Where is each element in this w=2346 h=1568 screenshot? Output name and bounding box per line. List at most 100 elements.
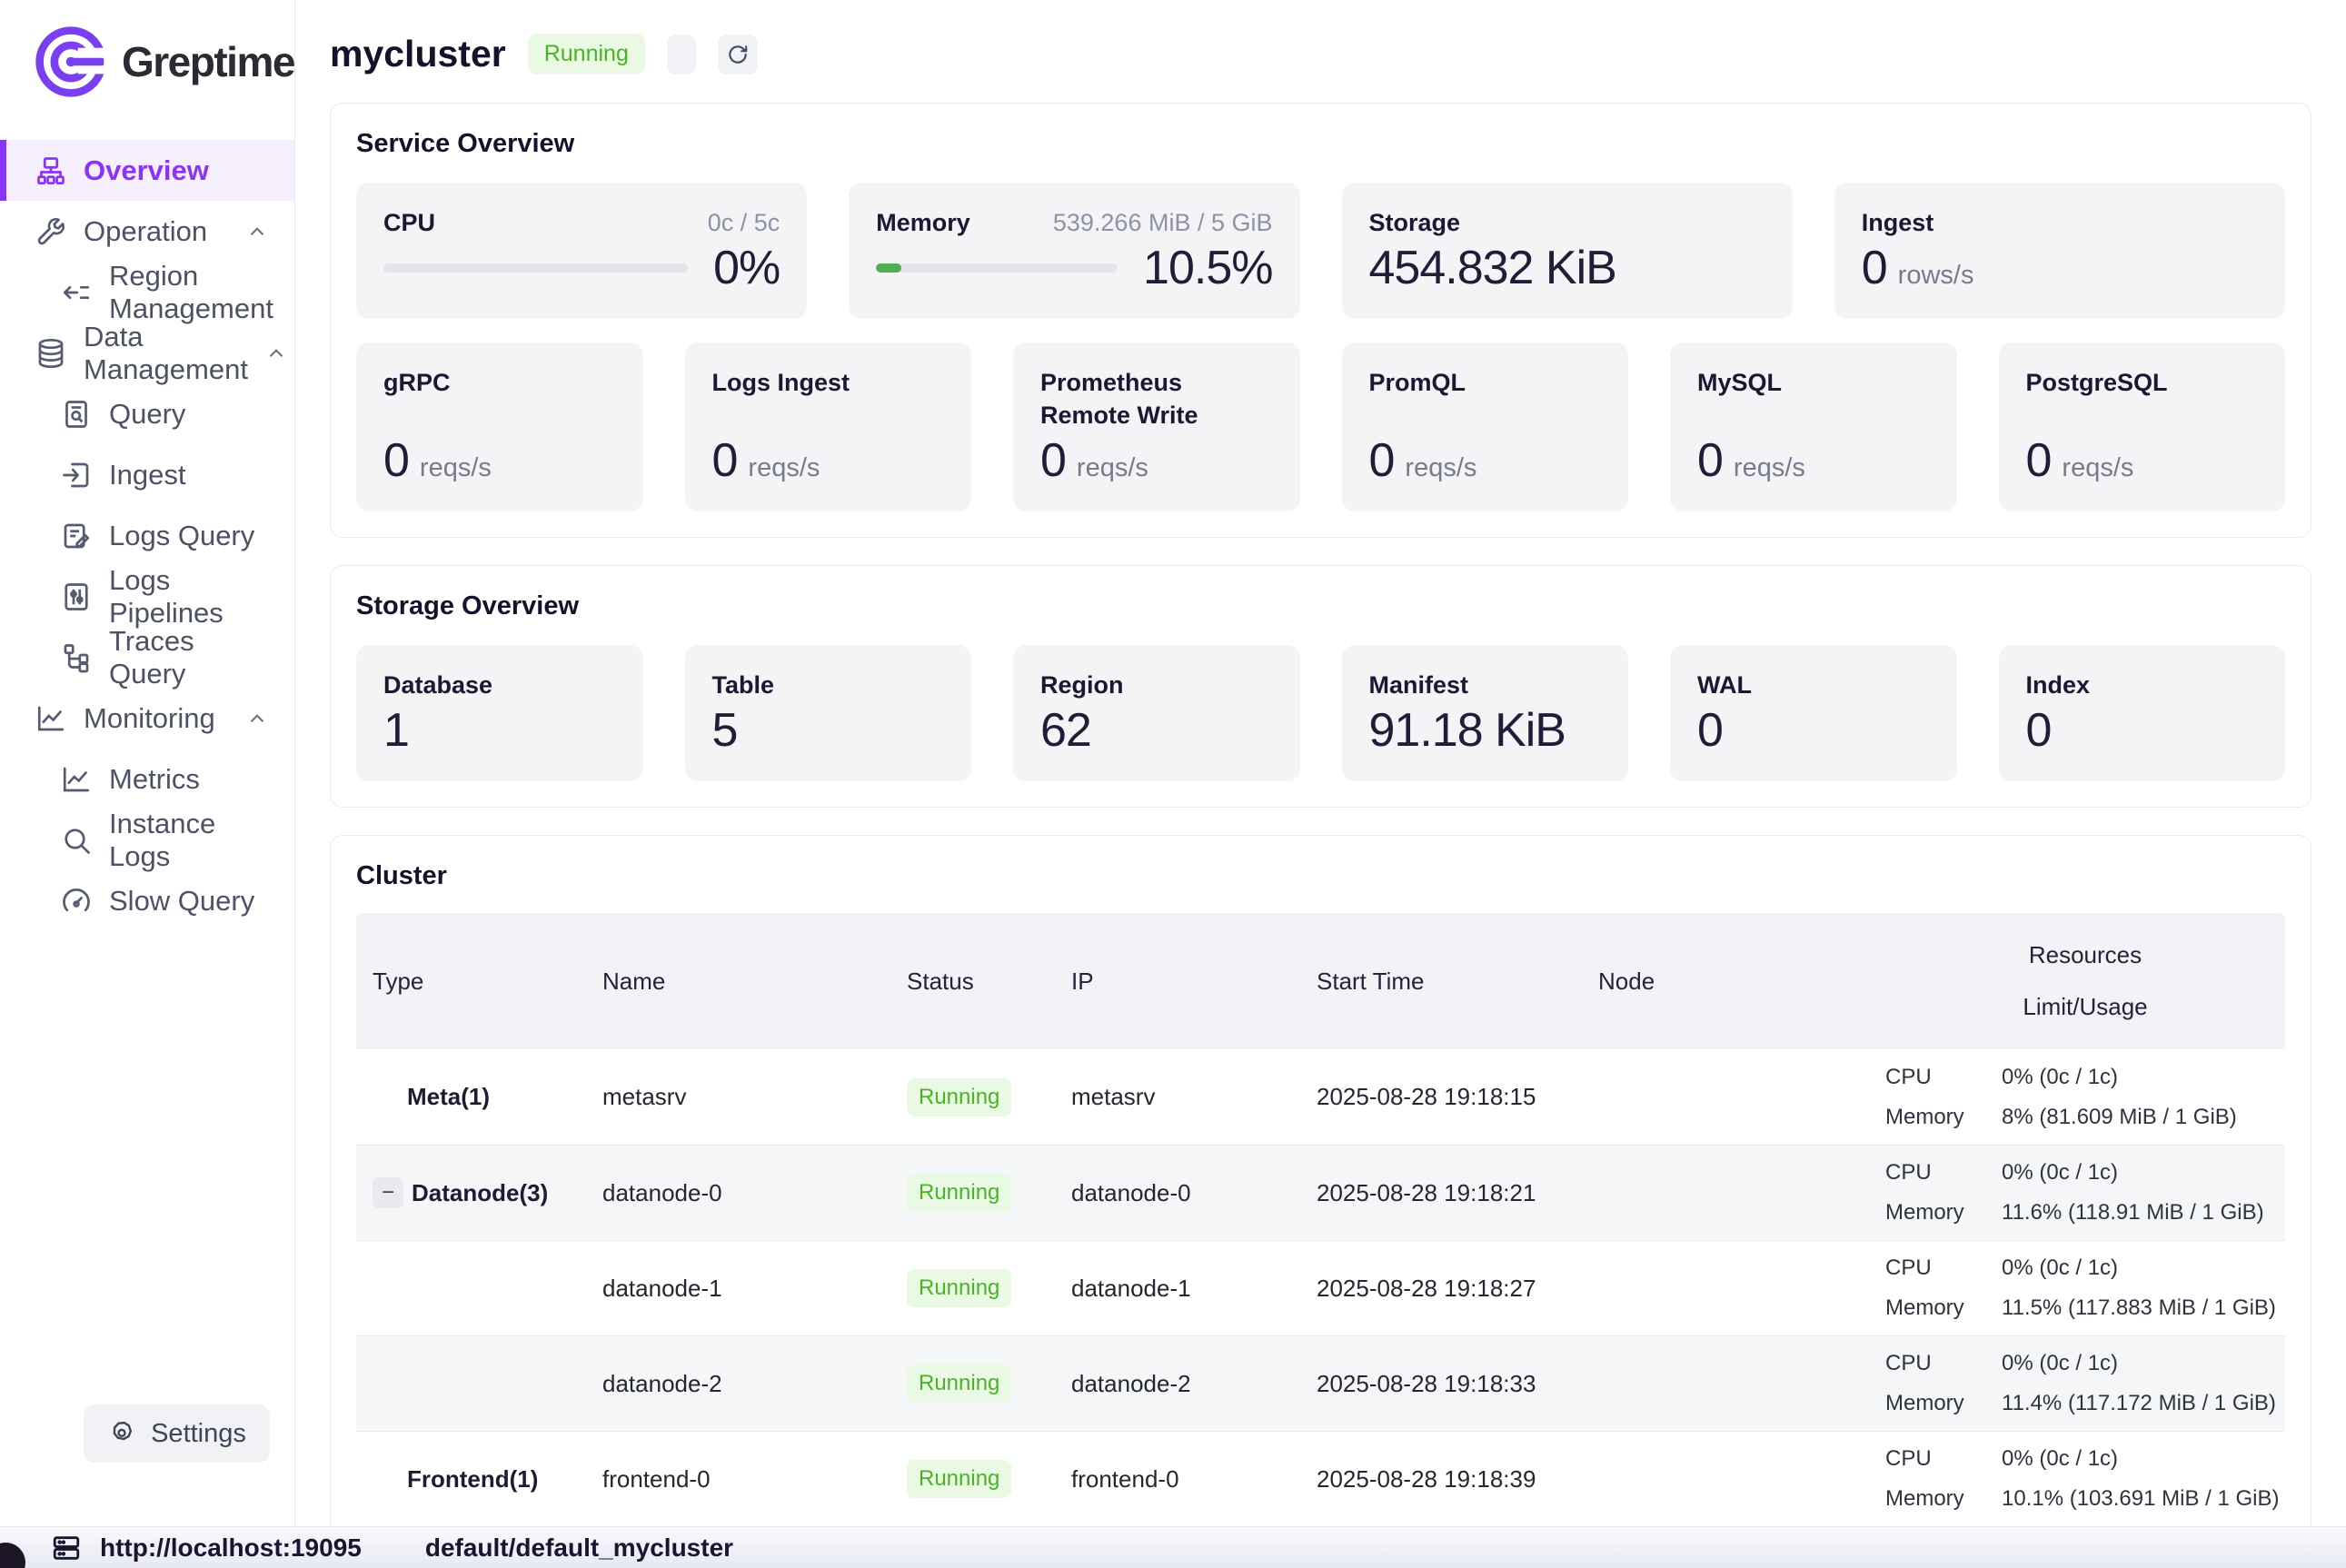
gauge-icon [60,885,93,918]
memory-resource-label: Memory [1885,1105,2002,1130]
storage-value: 454.832 KiB [1369,241,1765,295]
sidebar-item-logs-pipelines[interactable]: Logs Pipelines [0,566,294,627]
tree-icon [60,641,93,674]
sidebar-item-traces-query[interactable]: Traces Query [0,627,294,688]
database-icon [35,337,67,370]
wrench-icon [35,215,67,248]
memory-percent: 10.5% [1143,241,1272,295]
greptime-logo: Greptime [0,0,294,100]
sidebar-item-region-management[interactable]: Region Management [0,262,294,323]
sidebar-section-label: Monitoring [84,702,215,735]
postgresql-value: 0 [2026,433,2052,488]
sidebar-item-label: Logs Pipelines [109,564,269,630]
sidebar-item-metrics[interactable]: Metrics [0,749,294,809]
sidebar-nav: Overview Operation Region Management [0,140,294,931]
chart-line-icon [60,763,93,796]
col-node: Node [1582,968,1869,996]
memory-resource-value: 11.6% (118.91 MiB / 1 GiB) [2002,1200,2285,1226]
sidebar-item-ingest[interactable]: Ingest [0,444,294,505]
cluster-table: Type Name Status IP Start Time Node Reso… [356,913,2285,1526]
pause-button[interactable] [667,35,696,74]
postgresql-unit: reqs/s [2062,453,2133,483]
memory-progress-fill [876,263,901,273]
status-bar: http://localhost:19095 default/default_m… [0,1526,2346,1568]
mysql-card: MySQL 0 reqs/s [1670,342,1957,511]
settings-button[interactable]: Settings [84,1404,270,1463]
chart-line-icon [35,702,67,735]
col-resources: Resources Limit/Usage [1869,941,2285,1021]
row-type: Datanode(3) [412,1179,548,1207]
promql-card: PromQL 0 reqs/s [1342,342,1629,511]
grpc-unit: reqs/s [420,453,492,483]
row-ip: datanode-0 [1055,1179,1300,1207]
storage-label: Storage [1369,206,1765,239]
mysql-label: MySQL [1697,366,1930,399]
sidebar-section-monitoring[interactable]: Monitoring [0,688,294,749]
sidebar-item-label: Traces Query [109,625,269,690]
row-start-time: 2025-08-28 19:18:21 [1300,1179,1582,1207]
sidebar-item-logs-query[interactable]: Logs Query [0,505,294,566]
sidebar-section-data-management[interactable]: Data Management [0,323,294,383]
settings-label: Settings [151,1419,246,1449]
sidebar-item-overview[interactable]: Overview [0,140,294,201]
cpu-progress-bar [383,263,688,273]
cluster-title: Cluster [356,861,2285,891]
storage-overview-title: Storage Overview [356,591,2285,621]
table-row-frontend-0: Frontend(1) frontend-0 Running frontend-… [356,1431,2285,1526]
database-card: Database 1 [356,645,643,781]
cpu-resource-label: CPU [1885,1446,2002,1472]
memory-resource-value: 11.5% (117.883 MiB / 1 GiB) [2002,1295,2285,1321]
table-row-datanode-0: − Datanode(3) datanode-0 Running datanod… [356,1145,2285,1240]
refresh-button[interactable] [718,35,758,74]
memory-progress-bar [876,263,1118,273]
table-value: 5 [712,703,945,758]
col-status: Status [890,968,1055,996]
sliders-icon [60,581,93,613]
ingest-unit: rows/s [1898,261,1974,291]
chevron-up-icon [245,220,269,243]
collapse-toggle-button[interactable]: − [373,1177,403,1208]
current-database[interactable]: default/default_mycluster [425,1533,733,1563]
memory-label: Memory [876,206,970,239]
refresh-icon [726,43,750,66]
search-icon [60,824,93,857]
ingest-label: Ingest [1862,206,2258,239]
sidebar-item-query[interactable]: Query [0,383,294,444]
sidebar-section-operation[interactable]: Operation [0,201,294,262]
status-badge: Running [907,1460,1011,1498]
status-badge: Running [907,1078,1011,1116]
col-name: Name [586,968,890,996]
row-ip: datanode-2 [1055,1370,1300,1398]
prometheus-remote-write-label: Prometheus Remote Write [1040,366,1273,432]
document-search-icon [60,398,93,431]
sidebar-item-instance-logs[interactable]: Instance Logs [0,809,294,870]
ingest-value: 0 [1862,241,1887,295]
row-resources: CPU0% (0c / 1c) Memory11.5% (117.883 MiB… [1869,1255,2285,1321]
promql-value: 0 [1369,433,1395,488]
manifest-value: 91.18 KiB [1369,703,1602,758]
row-resources: CPU0% (0c / 1c) Memory11.6% (118.91 MiB … [1869,1160,2285,1226]
cpu-resource-value: 0% (0c / 1c) [2002,1065,2285,1090]
prometheus-remote-write-value: 0 [1040,433,1066,488]
cpu-resource-label: CPU [1885,1255,2002,1281]
memory-resource-label: Memory [1885,1200,2002,1226]
server-url[interactable]: http://localhost:19095 [100,1533,362,1563]
table-row-datanode-1: datanode-1 Running datanode-1 2025-08-28… [356,1240,2285,1335]
import-icon [60,459,93,491]
document-edit-icon [60,520,93,552]
row-type: Frontend(1) [407,1465,538,1494]
brand-name: Greptime [122,37,294,86]
region-card: Region 62 [1013,645,1300,781]
row-start-time: 2025-08-28 19:18:15 [1300,1083,1582,1111]
cpu-resource-label: CPU [1885,1160,2002,1186]
sidebar-item-label: Query [109,398,185,431]
storage-metrics-row: Database 1 Table 5 Region 62 Manifest 91… [356,645,2285,781]
database-value: 1 [383,703,616,758]
sidebar-item-slow-query[interactable]: Slow Query [0,870,294,931]
wal-card: WAL 0 [1670,645,1957,781]
sidebar-section-label: Operation [84,215,207,248]
manifest-card: Manifest 91.18 KiB [1342,645,1629,781]
index-card: Index 0 [1999,645,2286,781]
database-label: Database [383,669,616,701]
col-type: Type [356,968,586,996]
